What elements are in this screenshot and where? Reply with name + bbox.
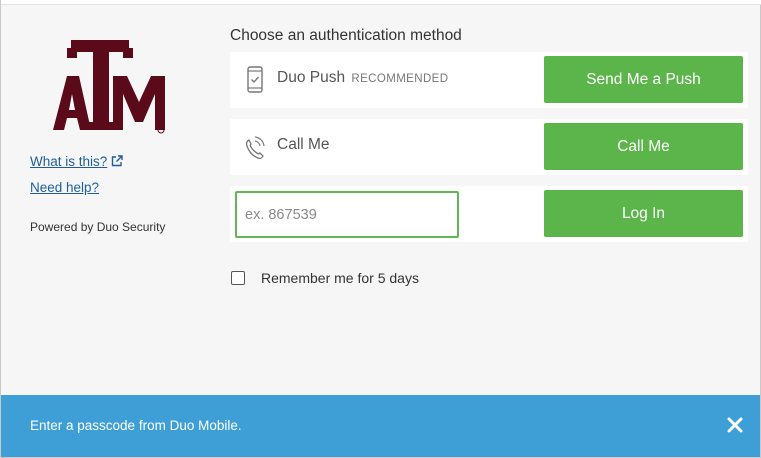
duo-push-label: Duo Push RECOMMENDED	[277, 69, 448, 87]
passcode-input[interactable]	[235, 191, 459, 238]
phone-call-icon	[245, 136, 265, 160]
what-is-this-label: What is this?	[30, 154, 108, 169]
log-in-button[interactable]: Log In	[544, 190, 743, 237]
close-icon[interactable]	[726, 416, 744, 434]
message-text: Enter a passcode from Duo Mobile.	[30, 418, 242, 433]
auth-method-heading: Choose an authentication method	[230, 27, 462, 44]
powered-by-text: Powered by Duo Security	[30, 220, 166, 234]
recommended-badge: RECOMMENDED	[351, 73, 449, 85]
texas-am-logo-icon	[53, 40, 165, 134]
top-edge	[1, 0, 761, 5]
send-push-button[interactable]: Send Me a Push	[544, 56, 743, 103]
remember-me[interactable]: Remember me for 5 days	[230, 270, 419, 286]
remember-checkbox[interactable]	[231, 271, 245, 285]
passcode-row: Log In	[230, 186, 748, 242]
duo-push-row: Duo Push RECOMMENDED Send Me a Push	[230, 52, 748, 108]
message-bar: Enter a passcode from Duo Mobile.	[1, 395, 760, 457]
what-is-this-link[interactable]: What is this?	[30, 154, 123, 169]
call-me-row: Call Me Call Me	[230, 119, 748, 175]
call-me-label: Call Me	[277, 136, 330, 153]
need-help-link[interactable]: Need help?	[30, 180, 99, 195]
duo-push-text: Duo Push	[277, 69, 346, 86]
duo-auth-frame: What is this? Need help? Powered by Duo …	[0, 0, 761, 458]
remember-label: Remember me for 5 days	[261, 270, 419, 286]
external-link-icon	[112, 155, 123, 167]
call-me-button[interactable]: Call Me	[544, 123, 743, 170]
mobile-phone-check-icon	[247, 66, 263, 93]
